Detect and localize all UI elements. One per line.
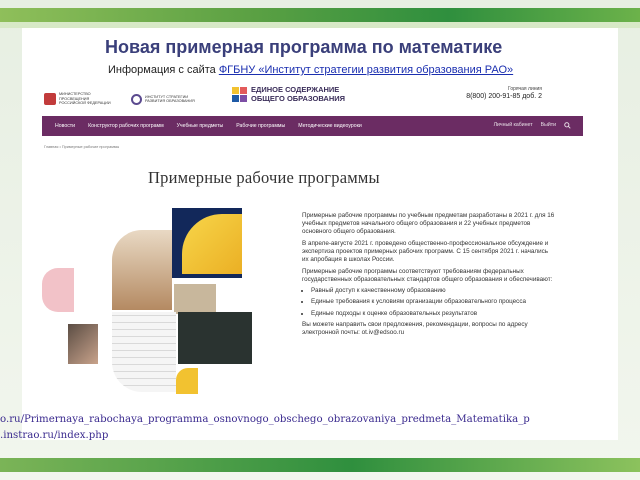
- desk-image: [174, 284, 216, 314]
- slide-subtitle: Информация с сайта ФГБНУ «Институт страт…: [108, 64, 513, 76]
- ministry-logo: МИНИСТЕРСТВО ПРОСВЕЩЕНИЯ РОССИЙСКОЙ ФЕДЕ…: [44, 92, 117, 105]
- site-header-logos: МИНИСТЕРСТВО ПРОСВЕЩЕНИЯ РОССИЙСКОЙ ФЕДЕ…: [44, 88, 203, 110]
- benefits-list: Равный доступ к качественному образовани…: [302, 287, 556, 318]
- institute-ring-icon: [131, 93, 142, 105]
- nav-item-programs[interactable]: Рабочие программы: [236, 123, 285, 129]
- pink-block: [42, 268, 74, 312]
- hands-image: [68, 324, 98, 364]
- logo-line-2: ОБЩЕГО ОБРАЗОВАНИЯ: [251, 93, 346, 103]
- ministry-name: МИНИСТЕРСТВО ПРОСВЕЩЕНИЯ РОССИЙСКОЙ ФЕДЕ…: [59, 92, 111, 106]
- institute-logo: ИНСТИТУТ СТРАТЕГИИ РАЗВИТИЯ ОБРАЗОВАНИЯ: [131, 93, 203, 105]
- source-url-1[interactable]: o.ru/Primernaya_rabochaya_programma_osno…: [0, 414, 530, 425]
- page-heading: Примерные рабочие программы: [148, 168, 380, 187]
- hotline-phone[interactable]: 8(800) 200-91-85 доб. 2: [466, 93, 542, 100]
- top-decor-band: [0, 8, 640, 22]
- subtitle-prefix: Информация с сайта: [108, 64, 219, 76]
- hotline: Горячая линия 8(800) 200-91-85 доб. 2: [466, 86, 542, 100]
- edsoo-logo-text: ЕДИНОЕ СОДЕРЖАНИЕ ОБЩЕГО ОБРАЗОВАНИЯ: [251, 85, 346, 103]
- paragraph-1: Примерные рабочие программы по учебным п…: [302, 212, 555, 236]
- edsoo-logo[interactable]: ЕДИНОЕ СОДЕРЖАНИЕ ОБЩЕГО ОБРАЗОВАНИЯ: [232, 85, 346, 103]
- nav-item-news[interactable]: Новости: [55, 123, 75, 129]
- blackboard-image: [178, 312, 252, 364]
- site-nav-bar: Новости Конструктор рабочих программ Уче…: [42, 116, 583, 136]
- classroom-image: [112, 230, 172, 310]
- nav-item-constructor[interactable]: Конструктор рабочих программ: [88, 123, 164, 129]
- search-icon[interactable]: [564, 121, 571, 131]
- emblem-icon: [44, 93, 56, 105]
- nav-logout-link[interactable]: Выйти: [541, 122, 556, 131]
- institute-name: ИНСТИТУТ СТРАТЕГИИ РАЗВИТИЯ ОБРАЗОВАНИЯ: [145, 94, 195, 103]
- list-item: Единые подходы к оценке образовательных …: [311, 310, 556, 318]
- math-paper-image: [112, 312, 176, 392]
- edsoo-squares-icon: [232, 87, 247, 102]
- hotline-label: Горячая линия: [507, 86, 542, 92]
- bottom-decor-band: [0, 458, 640, 472]
- breadcrumb[interactable]: Главная • Примерные рабочие программы: [44, 145, 119, 149]
- nav-item-subjects[interactable]: Учебные предметы: [177, 123, 224, 129]
- paragraph-2: В апреле-августе 2021 г. проведено общес…: [302, 239, 549, 264]
- illustration-collage: [42, 208, 252, 394]
- nav-account-link[interactable]: Личный кабинет: [494, 122, 533, 131]
- source-url-2[interactable]: .instrao.ru/index.php: [0, 430, 108, 441]
- list-item: Равный доступ к качественному образовани…: [311, 287, 556, 295]
- yellow-paper-image: [172, 208, 242, 278]
- closing-paragraph: Вы можете направить свои предложения, ре…: [302, 320, 528, 336]
- nav-right: Личный кабинет Выйти: [494, 122, 583, 131]
- slide-title: Новая примерная программа по математике: [105, 37, 503, 57]
- source-link[interactable]: ФГБНУ «Институт стратегии развития образ…: [219, 64, 513, 76]
- page-text: Примерные рабочие программы по учебным п…: [302, 212, 556, 340]
- nav-item-videos[interactable]: Методические видеоуроки: [298, 123, 362, 129]
- yellow-block: [176, 368, 198, 394]
- paragraph-3: Примерные рабочие программы соответствую…: [302, 267, 553, 283]
- website-screenshot: МИНИСТЕРСТВО ПРОСВЕЩЕНИЯ РОССИЙСКОЙ ФЕДЕ…: [30, 82, 586, 394]
- list-item: Единые требования к условиям организации…: [311, 298, 556, 306]
